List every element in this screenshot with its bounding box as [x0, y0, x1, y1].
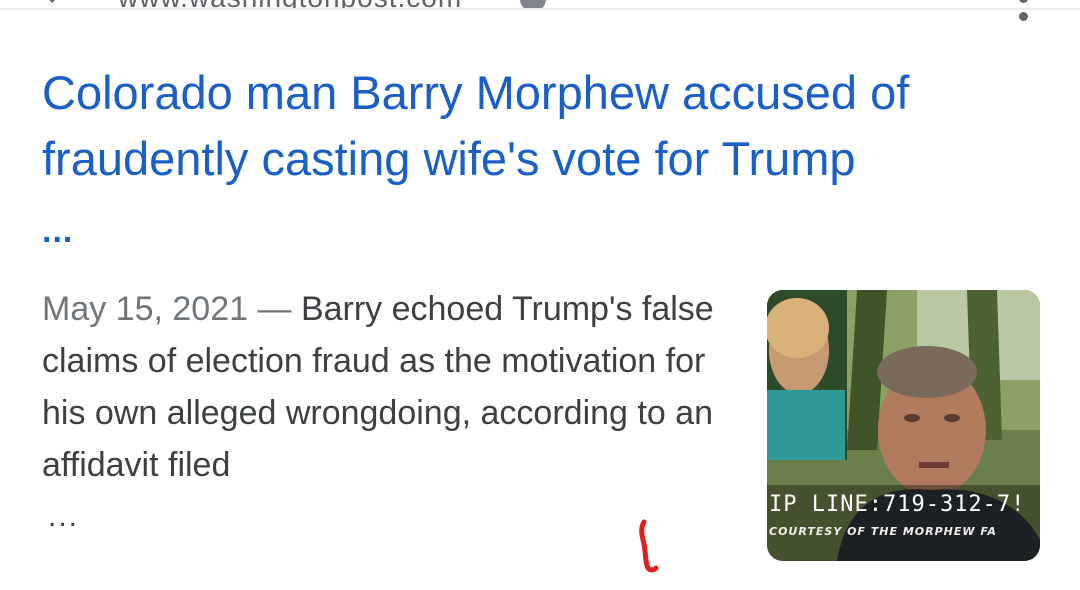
- result-snippet: May 15, 2021 — Barry echoed Trump's fals…: [42, 283, 742, 491]
- snippet-ellipsis: ...: [48, 500, 80, 533]
- divider: [0, 8, 1080, 10]
- result-source-row: ◆ www.washingtonpost.com: [0, 0, 1080, 10]
- result-thumbnail[interactable]: IP LINE:719-312-7! COURTESY OF THE MORPH…: [767, 290, 1040, 561]
- more-vert-icon[interactable]: [1010, 0, 1038, 26]
- thumbnail-photo: [767, 290, 1040, 561]
- headline-ellipsis[interactable]: ...: [42, 212, 73, 251]
- result-headline-link[interactable]: Colorado man Barry Morphew accused of fr…: [42, 60, 1042, 192]
- thumbnail-credit: COURTESY OF THE MORPHEW FA: [769, 525, 997, 538]
- red-annotation-mark: [639, 519, 659, 573]
- site-favicon-icon: ◆: [46, 0, 78, 6]
- result-date: May 15, 2021: [42, 290, 249, 328]
- thumbnail-caption: IP LINE:719-312-7!: [769, 492, 1026, 517]
- date-separator: —: [257, 290, 292, 328]
